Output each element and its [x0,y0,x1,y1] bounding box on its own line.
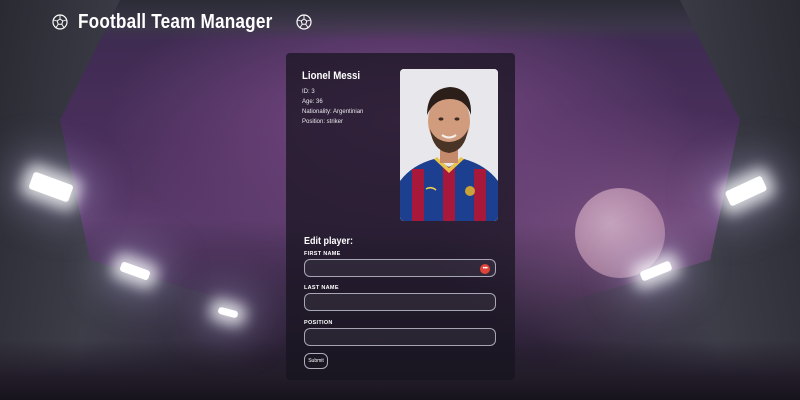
last-name-input[interactable] [304,293,496,311]
player-age: Age: 36 [302,99,323,105]
last-name-label: LAST NAME [304,285,339,291]
submit-button[interactable]: Submit [304,353,328,369]
soccer-ball-icon [296,14,312,30]
player-id: ID: 3 [302,89,315,95]
app-header: Football Team Manager [52,8,312,36]
player-card: Lionel Messi ID: 3 Age: 36 Nationality: … [286,53,515,380]
first-name-input[interactable] [304,259,496,277]
moon-decoration [575,188,665,278]
position-input[interactable] [304,328,496,346]
player-position: Position: striker [302,119,344,125]
app-title: Football Team Manager [78,10,273,33]
first-name-label: FIRST NAME [304,251,341,257]
password-manager-icon[interactable]: ••• [480,264,490,274]
player-nationality: Nationality: Argentinian [302,109,364,115]
player-name: Lionel Messi [302,70,361,82]
position-label: POSITION [304,320,333,326]
edit-player-title: Edit player: [304,236,354,247]
player-photo [400,69,498,221]
soccer-ball-icon [52,14,68,30]
